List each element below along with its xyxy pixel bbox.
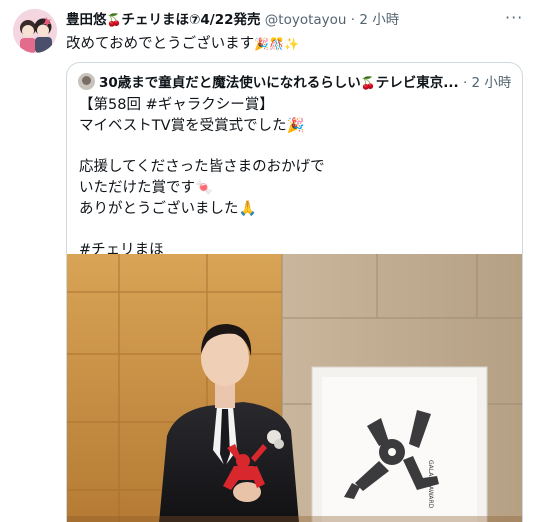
quoted-line bbox=[79, 219, 325, 240]
quoted-tweet[interactable]: 30歳まで童貞だと魔法使いになれるらしい🍒テレビ東京... · 2 小時 【第5… bbox=[66, 62, 523, 522]
cherry-emoji: 🍒 bbox=[360, 76, 376, 90]
sparkles-emoji: ✨ bbox=[283, 37, 299, 51]
more-options-icon[interactable]: ··· bbox=[505, 8, 523, 27]
separator-dot: · bbox=[350, 12, 356, 28]
display-name[interactable]: 豊田悠 bbox=[66, 12, 107, 28]
quoted-tweet-time[interactable]: 2 小時 bbox=[472, 75, 512, 91]
quoted-line: いただけた賞です🍬 bbox=[79, 179, 214, 196]
user-handle[interactable]: @toyotayou bbox=[265, 12, 347, 28]
tweet-header: 豊田悠🍒チェリまほ⑦4/22発売 @toyotayou · 2 小時 bbox=[66, 11, 399, 30]
tweet-text: 改めておめでとうございます🎉🎊✨ bbox=[66, 34, 299, 54]
award-photo-image: GALAXY AWARD bbox=[67, 254, 522, 522]
tweet-text-body: 改めておめでとうございます bbox=[66, 36, 255, 52]
cherry-emoji: 🍒 bbox=[106, 13, 122, 27]
party-popper-emoji: 🎉 bbox=[254, 37, 270, 51]
quoted-line: ありがとうございました🙏 bbox=[79, 200, 257, 217]
tweet-time[interactable]: 2 小時 bbox=[359, 12, 399, 28]
quoted-tweet-text: 【第58回 #ギャラクシー賞】 マイベストTV賞を受賞式でした🎉 応援してくださ… bbox=[79, 95, 325, 261]
quoted-display-name-suffix[interactable]: テレビ東京... bbox=[376, 75, 459, 91]
quoted-line bbox=[79, 136, 325, 157]
author-avatar[interactable] bbox=[13, 9, 57, 53]
quoted-line: 応援してくださった皆さまのおかげで bbox=[79, 159, 325, 176]
quoted-author-avatar[interactable] bbox=[78, 73, 95, 90]
confetti-ball-emoji: 🎊 bbox=[269, 37, 284, 51]
quoted-line: 【第58回 #ギャラクシー賞】 bbox=[79, 97, 274, 113]
tweet[interactable]: 豊田悠🍒チェリまほ⑦4/22発売 @toyotayou · 2 小時 ··· 改… bbox=[0, 0, 537, 522]
separator-dot: · bbox=[462, 75, 468, 91]
display-name-suffix[interactable]: チェリまほ⑦4/22発売 bbox=[121, 12, 260, 28]
quoted-tweet-photo[interactable]: GALAXY AWARD bbox=[67, 254, 522, 522]
poster-text: GALAXY AWARD bbox=[427, 460, 434, 509]
quoted-display-name[interactable]: 30歳まで童貞だと魔法使いになれるらしい bbox=[99, 75, 361, 91]
quoted-tweet-header: 30歳まで童貞だと魔法使いになれるらしい🍒テレビ東京... · 2 小時 bbox=[78, 73, 513, 92]
quoted-line: マイベストTV賞を受賞式でした🎉 bbox=[79, 117, 305, 134]
